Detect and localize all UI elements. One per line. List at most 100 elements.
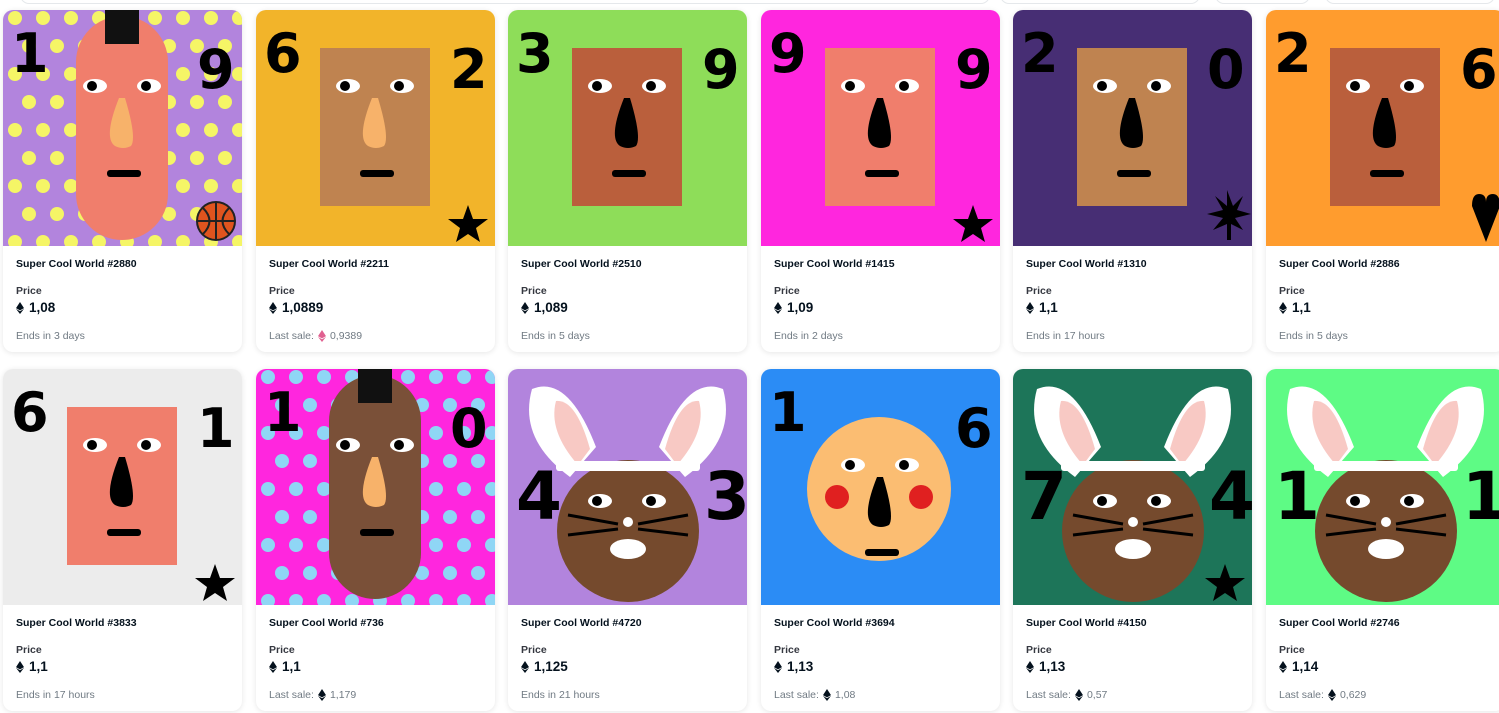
- left-number: 6: [264, 22, 302, 85]
- last-sale: Last sale: 0,9389: [269, 330, 362, 342]
- right-number: 2: [450, 38, 488, 101]
- search-bar-edge[interactable]: [20, 0, 990, 4]
- nft-card[interactable]: 4 3 Super Cool World #4720 Price 1,125 Ends i…: [508, 369, 747, 711]
- nft-artwork[interactable]: 10: [256, 369, 495, 605]
- price-label: Price: [269, 285, 295, 297]
- nft-card[interactable]: 6 2 Super Cool World #2211 Price 1,0889 Last …: [256, 10, 495, 352]
- price-amount: 1,13: [787, 659, 814, 674]
- left-number: 3: [516, 22, 554, 85]
- view-toggle-edge[interactable]: [1215, 0, 1310, 4]
- mouth: [865, 170, 899, 177]
- headband: [1061, 461, 1205, 471]
- nft-name[interactable]: Super Cool World #2880: [16, 258, 137, 270]
- nft-card[interactable]: 2 6 Super Cool World #2886 Price 1,1 Ends in …: [1266, 10, 1499, 352]
- footer-text: Ends in 5 days: [521, 330, 590, 342]
- headband: [556, 461, 700, 471]
- nft-card[interactable]: 1 9 Super Cool World #2880 Price 1,08 Ends in…: [3, 10, 242, 352]
- right-number: 6: [1460, 38, 1498, 101]
- nft-card[interactable]: 1 1 Super Cool World #2746 Price 1,14 Last sa…: [1266, 369, 1499, 711]
- mouth: [107, 529, 141, 536]
- face: [557, 460, 699, 602]
- price-value: 1,13: [774, 659, 813, 674]
- nft-card[interactable]: 9 9 Super Cool World #1415 Price 1,09 Ends in…: [761, 10, 1000, 352]
- eth-icon: [16, 301, 24, 314]
- price-label: Price: [774, 285, 800, 297]
- auction-end-time: Ends in 17 hours: [1026, 330, 1105, 342]
- nft-name[interactable]: Super Cool World #1415: [774, 258, 895, 270]
- nft-artwork[interactable]: 62: [256, 10, 495, 246]
- nft-name[interactable]: Super Cool World #2886: [1279, 258, 1400, 270]
- last-sale-value: 0,629: [1339, 689, 1367, 701]
- nft-artwork[interactable]: 26: [1266, 10, 1499, 246]
- price-value: 1,089: [521, 300, 568, 315]
- price-value: 1,1: [1026, 300, 1058, 315]
- card-info: Super Cool World #1415 Price 1,09 Ends in 2…: [761, 246, 1000, 352]
- price-value: 1,14: [1279, 659, 1318, 674]
- left-number: 4: [516, 458, 562, 535]
- auction-end-time: Ends in 17 hours: [16, 689, 95, 701]
- nft-name[interactable]: Super Cool World #2211: [269, 258, 389, 270]
- auction-end-time: Ends in 2 days: [774, 330, 843, 342]
- nft-name[interactable]: Super Cool World #2746: [1279, 617, 1400, 629]
- price-amount: 1,09: [787, 300, 814, 315]
- price-amount: 1,0889: [282, 300, 324, 315]
- nft-artwork[interactable]: 43: [508, 369, 747, 605]
- nft-card[interactable]: 1 0 Super Cool World #736 Price 1,1 Last sale…: [256, 369, 495, 711]
- right-number: 9: [702, 38, 740, 101]
- nft-name[interactable]: Super Cool World #4150: [1026, 617, 1147, 629]
- auction-end-time: Ends in 3 days: [16, 330, 85, 342]
- nft-artwork[interactable]: 61: [3, 369, 242, 605]
- nft-card[interactable]: 2 0 Super Cool World #1310 Price 1,1 Ends in …: [1013, 10, 1252, 352]
- left-number: 1: [769, 381, 807, 444]
- right-number: 9: [197, 38, 235, 101]
- price-amount: 1,125: [534, 659, 568, 674]
- nft-artwork[interactable]: 11: [1266, 369, 1499, 605]
- price-amount: 1,1: [29, 659, 48, 674]
- price-amount: 1,1: [1039, 300, 1058, 315]
- nft-name[interactable]: Super Cool World #4720: [521, 617, 642, 629]
- left-number: 1: [1274, 458, 1320, 535]
- price-label: Price: [1026, 285, 1052, 297]
- nft-artwork[interactable]: 74: [1013, 369, 1252, 605]
- eth-icon: [1074, 689, 1083, 701]
- footer-text: Ends in 5 days: [1279, 330, 1348, 342]
- mouth: [360, 529, 394, 536]
- nft-artwork[interactable]: 99: [761, 10, 1000, 246]
- mouth: [107, 170, 141, 177]
- sort-dropdown-edge[interactable]: [1000, 0, 1200, 4]
- nft-name[interactable]: Super Cool World #736: [269, 617, 384, 629]
- nft-name[interactable]: Super Cool World #3694: [774, 617, 895, 629]
- nft-card[interactable]: 6 1 Super Cool World #3833 Price 1,1 Ends in …: [3, 369, 242, 711]
- nft-card[interactable]: 3 9 Super Cool World #2510 Price 1,089 Ends i…: [508, 10, 747, 352]
- nft-artwork[interactable]: 19: [3, 10, 242, 246]
- last-sale: Last sale: 0,57: [1026, 689, 1107, 701]
- nose: [623, 517, 633, 527]
- nft-card[interactable]: 1 6 Super Cool World #3694 Price 1,13 Last sa…: [761, 369, 1000, 711]
- price-value: 1,0889: [269, 300, 323, 315]
- mouth: [612, 170, 646, 177]
- last-sale-value: 0,9389: [329, 330, 363, 342]
- mohawk: [105, 10, 139, 44]
- auction-end-time: Ends in 5 days: [1279, 330, 1348, 342]
- card-info: Super Cool World #3694 Price 1,13 Last sale…: [761, 605, 1000, 711]
- footer-text: Ends in 17 hours: [1026, 330, 1105, 342]
- right-number: 1: [197, 397, 235, 460]
- eth-icon: [269, 301, 277, 314]
- footer-text: Last sale:: [1279, 689, 1324, 701]
- right-number: 0: [1207, 38, 1245, 101]
- nft-name[interactable]: Super Cool World #1310: [1026, 258, 1147, 270]
- footer-text: Last sale:: [269, 689, 314, 701]
- price-label: Price: [1279, 644, 1305, 656]
- nft-artwork[interactable]: 20: [1013, 10, 1252, 246]
- nft-artwork[interactable]: 16: [761, 369, 1000, 605]
- nft-name[interactable]: Super Cool World #3833: [16, 617, 137, 629]
- nft-name[interactable]: Super Cool World #2510: [521, 258, 642, 270]
- headband: [1314, 461, 1458, 471]
- mouth: [610, 539, 646, 559]
- nft-card[interactable]: 7 4 Super Cool World #4150 Price 1,13 Last sa…: [1013, 369, 1252, 711]
- nose: [1128, 517, 1138, 527]
- eth-icon: [822, 689, 831, 701]
- nft-artwork[interactable]: 39: [508, 10, 747, 246]
- grid-toggle-edge[interactable]: [1325, 0, 1495, 4]
- eth-icon: [521, 301, 529, 314]
